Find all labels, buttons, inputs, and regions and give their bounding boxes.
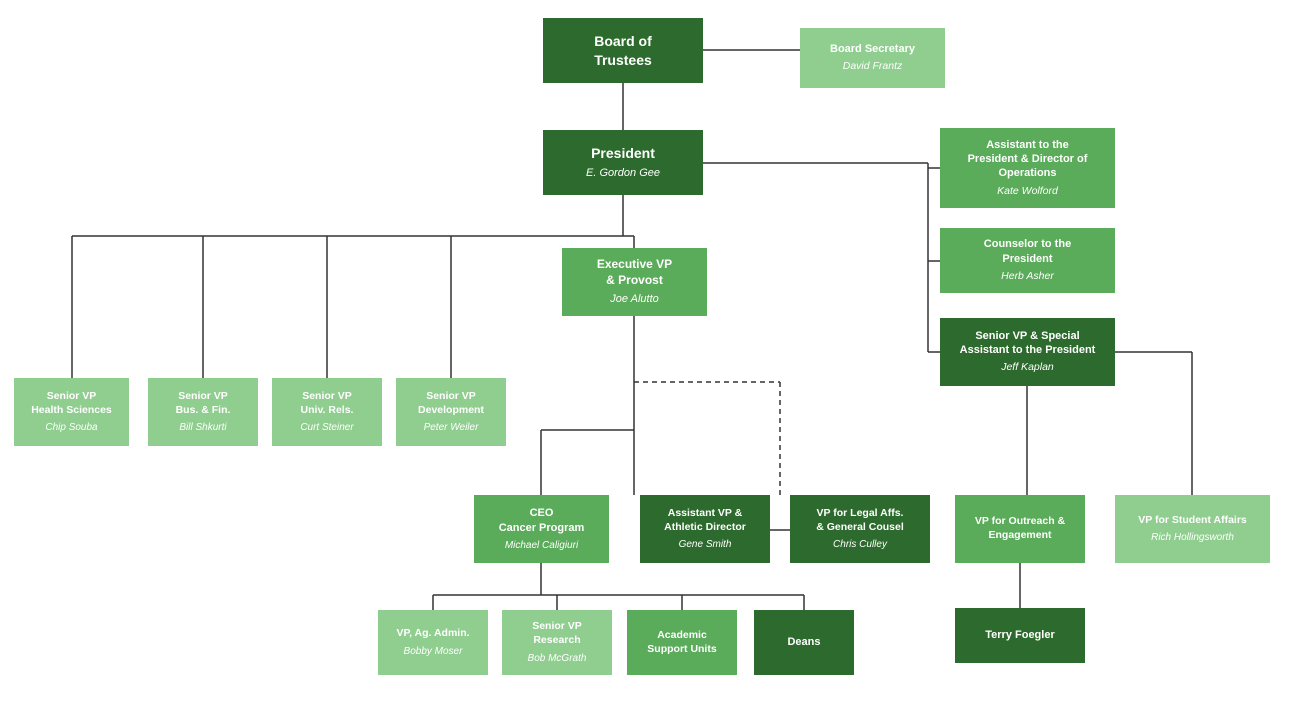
- exec-vp-name: Joe Alutto: [610, 292, 659, 306]
- board-secretary-title: Board Secretary: [830, 42, 915, 56]
- svp-special-title: Senior VP & SpecialAssistant to the Pres…: [960, 329, 1096, 358]
- vp-legal-node: VP for Legal Affs.& General Cousel Chris…: [790, 495, 930, 563]
- exec-vp-node: Executive VP& Provost Joe Alutto: [562, 248, 707, 316]
- svp-dev-name: Peter Weiler: [424, 421, 479, 434]
- asst-president-node: Assistant to thePresident & Director ofO…: [940, 128, 1115, 208]
- svp-research-name: Bob McGrath: [528, 652, 587, 665]
- vp-outreach-node: VP for Outreach &Engagement: [955, 495, 1085, 563]
- vp-student-name: Rich Hollingsworth: [1151, 531, 1234, 544]
- svp-health-node: Senior VPHealth Sciences Chip Souba: [14, 378, 129, 446]
- svp-special-node: Senior VP & SpecialAssistant to the Pres…: [940, 318, 1115, 386]
- president-title: President: [591, 144, 655, 162]
- vp-legal-title: VP for Legal Affs.& General Cousel: [816, 507, 904, 534]
- org-chart: Board of Trustees Board Secretary David …: [0, 0, 1296, 715]
- ceo-cancer-node: CEOCancer Program Michael Caligiuri: [474, 495, 609, 563]
- vp-ag-name: Bobby Moser: [404, 645, 463, 658]
- deans-title: Deans: [787, 635, 820, 649]
- asst-president-title: Assistant to thePresident & Director ofO…: [968, 138, 1088, 181]
- svp-health-name: Chip Souba: [45, 421, 97, 434]
- counselor-node: Counselor to thePresident Herb Asher: [940, 228, 1115, 293]
- svp-bus-title: Senior VPBus. & Fin.: [176, 390, 231, 417]
- board-secretary-node: Board Secretary David Frantz: [800, 28, 945, 88]
- terry-name: Terry Foegler: [985, 628, 1055, 642]
- academic-support-title: AcademicSupport Units: [647, 629, 716, 656]
- vp-student-title: VP for Student Affairs: [1138, 514, 1247, 528]
- vp-ag-node: VP, Ag. Admin. Bobby Moser: [378, 610, 488, 675]
- svp-special-name: Jeff Kaplan: [1001, 361, 1054, 375]
- president-node: President E. Gordon Gee: [543, 130, 703, 195]
- board-secretary-name: David Frantz: [843, 60, 903, 74]
- ceo-cancer-name: Michael Caligiuri: [505, 539, 578, 552]
- svp-dev-title: Senior VPDevelopment: [418, 390, 484, 417]
- asst-vp-athletic-name: Gene Smith: [679, 538, 732, 551]
- vp-outreach-title: VP for Outreach &Engagement: [975, 515, 1065, 542]
- terry-node: Terry Foegler: [955, 608, 1085, 663]
- board-of-trustees-node: Board of Trustees: [543, 18, 703, 83]
- asst-president-name: Kate Wolford: [997, 185, 1058, 199]
- svp-univ-node: Senior VPUniv. Rels. Curt Steiner: [272, 378, 382, 446]
- svp-health-title: Senior VPHealth Sciences: [31, 390, 112, 417]
- asst-vp-athletic-node: Assistant VP &Athletic Director Gene Smi…: [640, 495, 770, 563]
- svp-bus-name: Bill Shkurti: [179, 421, 226, 434]
- president-name: E. Gordon Gee: [586, 166, 660, 180]
- svp-research-node: Senior VPResearch Bob McGrath: [502, 610, 612, 675]
- vp-student-node: VP for Student Affairs Rich Hollingswort…: [1115, 495, 1270, 563]
- exec-vp-title: Executive VP& Provost: [597, 257, 672, 288]
- svp-univ-name: Curt Steiner: [300, 421, 353, 434]
- vp-legal-name: Chris Culley: [833, 538, 887, 551]
- deans-node: Deans: [754, 610, 854, 675]
- svp-univ-title: Senior VPUniv. Rels.: [301, 390, 354, 417]
- svp-bus-node: Senior VPBus. & Fin. Bill Shkurti: [148, 378, 258, 446]
- svp-dev-node: Senior VPDevelopment Peter Weiler: [396, 378, 506, 446]
- academic-support-node: AcademicSupport Units: [627, 610, 737, 675]
- board-title: Board of Trustees: [594, 32, 652, 68]
- counselor-name: Herb Asher: [1001, 270, 1054, 284]
- ceo-cancer-title: CEOCancer Program: [499, 506, 585, 535]
- vp-ag-title: VP, Ag. Admin.: [396, 627, 469, 641]
- counselor-title: Counselor to thePresident: [984, 237, 1071, 266]
- svp-research-title: Senior VPResearch: [532, 620, 582, 647]
- asst-vp-athletic-title: Assistant VP &Athletic Director: [664, 507, 746, 534]
